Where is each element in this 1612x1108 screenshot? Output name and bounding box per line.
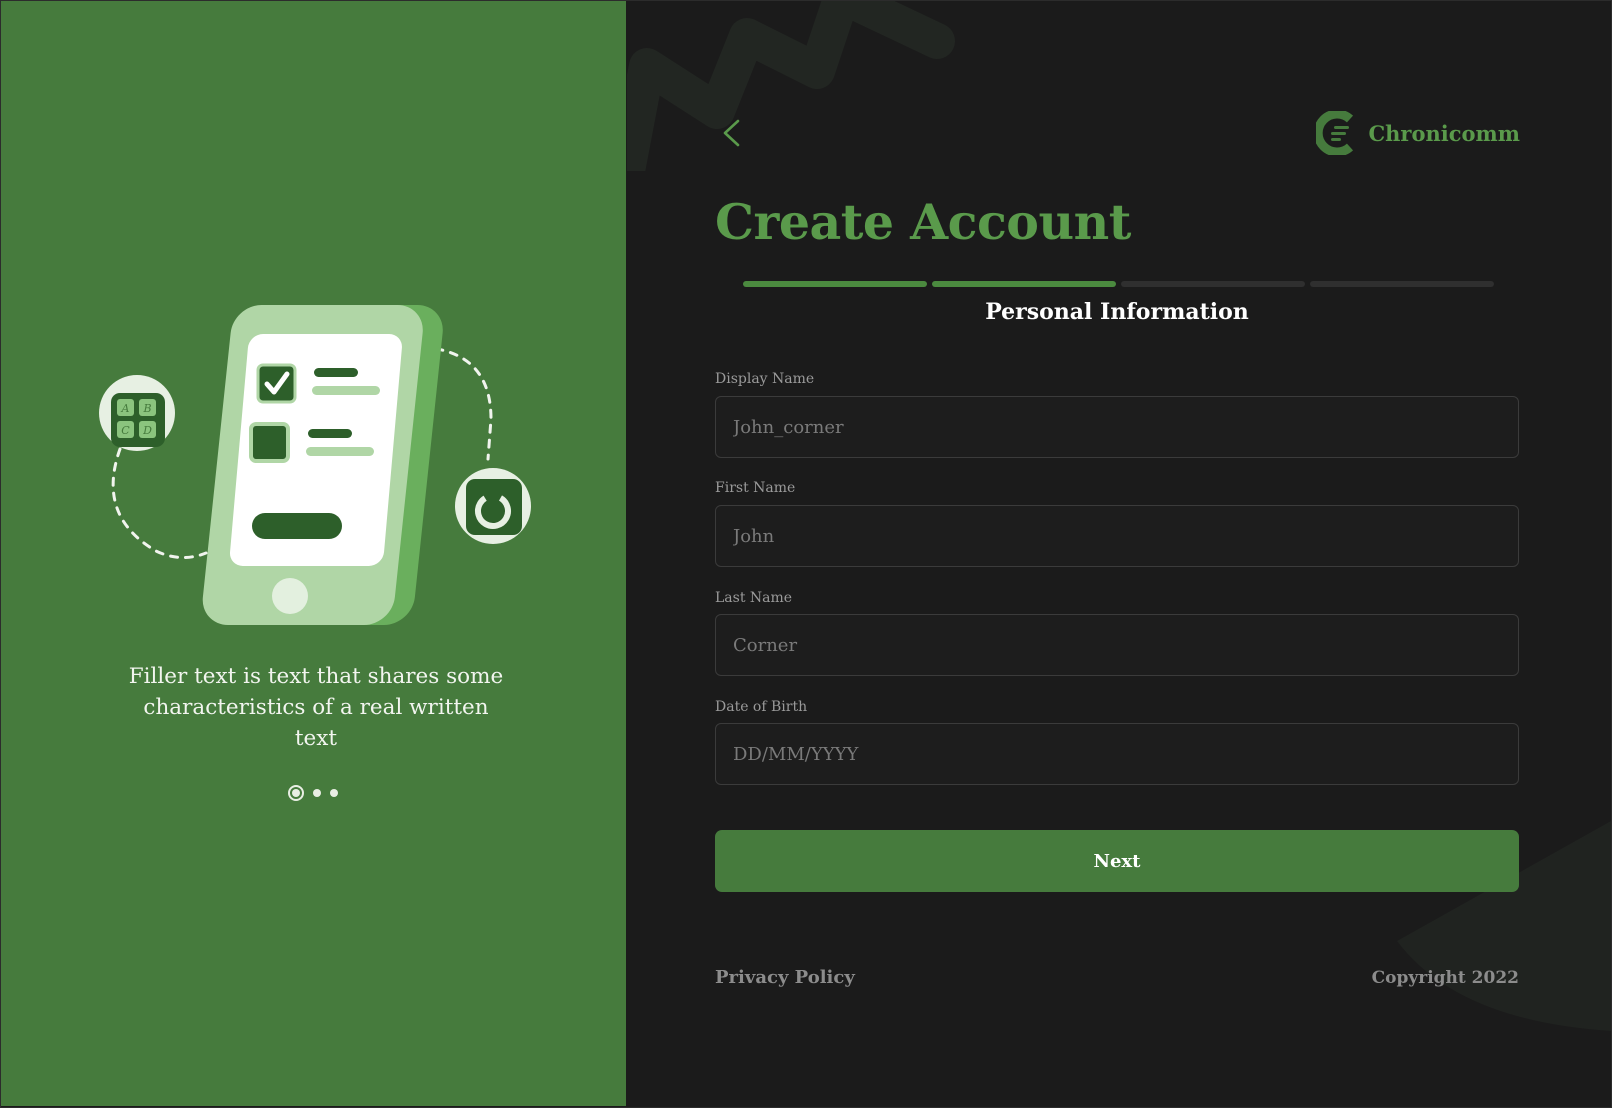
display-name-label: Display Name [715,371,815,387]
carousel-dot-active[interactable] [288,785,304,801]
tile-letter: D [142,424,152,437]
progress-steps [743,281,1494,287]
tile-letter: A [121,402,130,415]
next-button[interactable]: Next [715,830,1519,892]
last-name-label: Last Name [715,590,793,606]
page-title: Create Account [715,193,1131,251]
progress-step-pending [1121,281,1305,287]
carousel-dot[interactable] [330,789,338,797]
date-of-birth-label: Date of Birth [715,699,808,715]
phone-checklist-illustration: A B C D [99,305,531,625]
date-of-birth-input[interactable] [716,724,1518,784]
first-name-input[interactable] [716,506,1518,566]
tile-letter: B [142,402,151,415]
carousel-dot[interactable] [313,789,321,797]
carousel-indicator [288,785,338,801]
copyright-text: Copyright 2022 [1371,968,1519,988]
last-name-field [715,614,1519,676]
chronicomm-logo-icon [1316,111,1354,155]
brand[interactable]: Chronicomm [1316,111,1520,155]
decorative-zigzag [627,1,955,171]
progress-step-complete [932,281,1116,287]
onboarding-panel: A B C D Filler text is text that shares … [1,1,626,1106]
first-name-field [715,505,1519,567]
first-name-label: First Name [715,480,796,496]
back-chevron-icon[interactable] [717,118,747,148]
onboarding-caption: Filler text is text that shares some cha… [128,664,504,751]
progress-step-pending [1310,281,1494,287]
last-name-input[interactable] [716,615,1518,675]
display-name-field [715,396,1519,458]
date-of-birth-field [715,723,1519,785]
signup-panel: Chronicomm Create Account Personal Infor… [627,1,1611,1106]
section-title: Personal Information [985,299,1249,325]
tile-letter: C [121,424,130,437]
brand-name: Chronicomm [1368,120,1520,146]
privacy-policy-link[interactable]: Privacy Policy [715,967,855,988]
display-name-input[interactable] [716,397,1518,457]
progress-step-complete [743,281,927,287]
